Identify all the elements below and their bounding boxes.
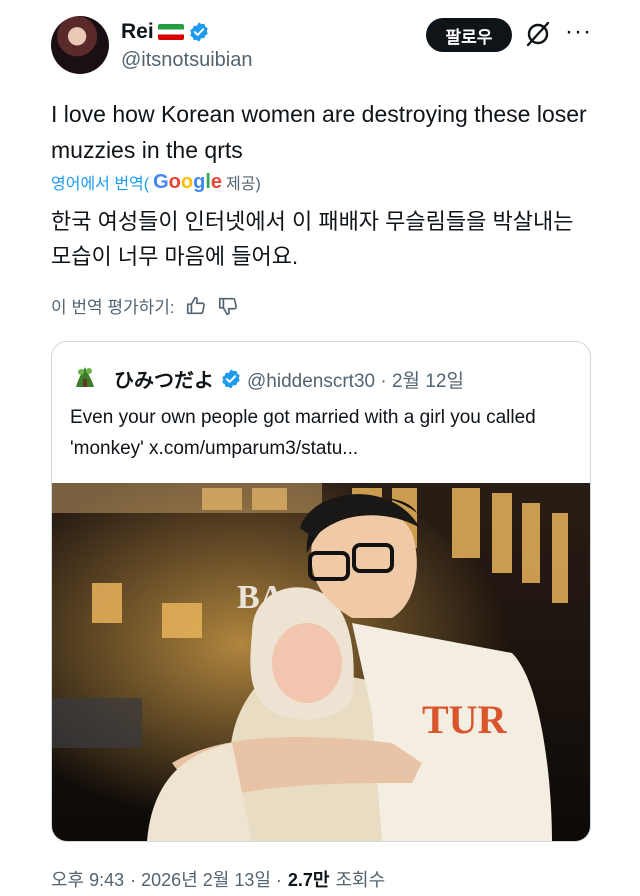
thumbs-down-icon[interactable] xyxy=(217,295,239,317)
author-avatar[interactable] xyxy=(51,16,109,74)
verified-badge-icon xyxy=(189,22,208,42)
tweet-text: I love how Korean women are destroying t… xyxy=(51,101,587,163)
quote-handle[interactable]: @hiddenscrt30 xyxy=(247,371,375,392)
author-handle[interactable]: @itsnotsuibian xyxy=(121,49,252,72)
rate-label: 이 번역 평가하기: xyxy=(51,298,175,317)
tweet-footer: 오후 9:43 · 2026년 2월 13일 · 2.7만 조회수 xyxy=(51,866,385,892)
quote-photo[interactable]: BA TUR xyxy=(52,483,590,841)
translated-text: 한국 여성들이 인터넷에서 이 패배자 무슬림들을 박살내는 모습이 너무 마음… xyxy=(51,209,574,269)
more-dots-icon[interactable]: ··· xyxy=(565,20,592,44)
translated-prefix: 영어에서 번역( xyxy=(51,176,150,193)
thumbs-up-icon[interactable] xyxy=(185,295,207,317)
tweet-date[interactable]: · 2026년 2월 13일 · xyxy=(130,866,282,892)
quote-date[interactable]: · 2월 12일 xyxy=(380,371,464,392)
svg-text:TUR: TUR xyxy=(422,697,508,742)
verified-badge-icon xyxy=(222,368,240,389)
grok-slash-icon[interactable] xyxy=(524,20,552,48)
translation-attribution[interactable]: 영어에서 번역( Google 제공) xyxy=(51,170,261,194)
quote-display-name[interactable]: ひみつだよ xyxy=(114,364,214,393)
quote-text: Even your own people got married with a … xyxy=(70,407,536,459)
quote-meta: @hiddenscrt30 · 2월 12일 xyxy=(247,366,464,393)
quote-author-name-row[interactable]: ひみつだよ xyxy=(114,364,242,393)
quote-author-avatar[interactable] xyxy=(70,361,100,391)
views-count: 2.7만 xyxy=(287,870,330,890)
follow-button[interactable]: 팔로우 xyxy=(426,18,512,52)
quote-tweet-card[interactable]: ひみつだよ @hiddenscrt30 · 2월 12일 Even your o… xyxy=(51,341,591,842)
author-name-row[interactable]: Rei xyxy=(121,20,210,44)
google-logo: Google xyxy=(153,170,222,193)
views-label: 조회수 xyxy=(335,870,386,890)
translated-suffix: 제공) xyxy=(226,176,261,193)
rate-translation-row: 이 번역 평가하기: xyxy=(51,293,239,318)
author-display-name[interactable]: Rei xyxy=(121,20,154,44)
iran-flag-icon xyxy=(157,24,184,40)
tweet-time[interactable]: 오후 9:43 xyxy=(51,866,124,892)
